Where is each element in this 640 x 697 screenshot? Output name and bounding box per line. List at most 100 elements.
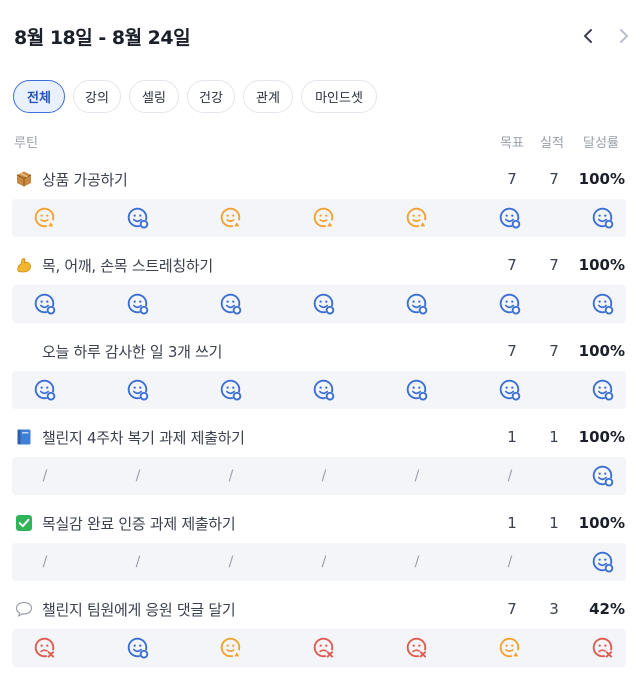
smile-warning-icon[interactable] xyxy=(490,629,530,667)
category-chip[interactable]: 마인드셋 xyxy=(301,80,377,113)
category-chip[interactable]: 전체 xyxy=(13,80,65,113)
actual-column-label: 실적 xyxy=(540,136,564,151)
routine-title: 상품 가공하기 xyxy=(14,166,128,192)
routine-goal: 1 xyxy=(507,428,517,446)
day-status-bar xyxy=(12,199,626,237)
routine-title: 챌린지 4주차 복기 과제 제출하기 xyxy=(14,424,245,450)
day-status-bar: / / / / / / xyxy=(12,543,626,581)
category-chip[interactable]: 셀링 xyxy=(129,80,179,113)
category-chip[interactable]: 건강 xyxy=(187,80,235,113)
week-range-title: 8월 18일 - 8월 24일 xyxy=(14,26,191,49)
routine-goal: 7 xyxy=(507,170,517,188)
routine-row[interactable]: 상품 가공하기 7 7 100% xyxy=(12,166,626,252)
routine-title-text: 목실감 완료 인증 과제 제출하기 xyxy=(42,514,236,533)
routine-title-text: 오늘 하루 감사한 일 3개 쓰기 xyxy=(42,342,223,361)
smile-check-icon[interactable] xyxy=(25,371,65,409)
smile-check-icon[interactable] xyxy=(490,199,530,237)
routine-rate: 42% xyxy=(589,600,625,618)
flexed-biceps-icon xyxy=(14,255,34,275)
smile-check-icon[interactable] xyxy=(211,371,251,409)
slash-text: / xyxy=(321,554,327,570)
routine-goal: 7 xyxy=(507,256,517,274)
routine-row[interactable]: 챌린지 팀원에게 응원 댓글 달기 7 3 42% xyxy=(12,596,626,682)
sad-x-icon[interactable] xyxy=(304,629,344,667)
smile-check-icon[interactable] xyxy=(397,371,437,409)
slash-text: / xyxy=(414,554,420,570)
day-empty-slash: / xyxy=(490,543,530,581)
smile-check-icon[interactable] xyxy=(583,371,623,409)
smile-check-icon[interactable] xyxy=(118,629,158,667)
smile-warning-icon[interactable] xyxy=(25,199,65,237)
routine-rate: 100% xyxy=(578,342,625,360)
routine-rate: 100% xyxy=(578,428,625,446)
routine-row[interactable]: 목실감 완료 인증 과제 제출하기 1 1 100% / / / / / / xyxy=(12,510,626,596)
category-filter: 전체 강의 셀링 건강 관계 마인드셋 xyxy=(13,80,377,113)
routine-title-text: 목, 어깨, 손목 스트레칭하기 xyxy=(42,256,213,275)
slash-text: / xyxy=(135,468,141,484)
smile-check-icon[interactable] xyxy=(583,543,623,581)
routine-row[interactable]: 목, 어깨, 손목 스트레칭하기 7 7 100% xyxy=(12,252,626,338)
routine-goal: 1 xyxy=(507,514,517,532)
sad-x-icon[interactable] xyxy=(25,629,65,667)
routine-column-label: 루틴 xyxy=(14,136,38,151)
day-status-bar: / / / / / / xyxy=(12,457,626,495)
smile-check-icon[interactable] xyxy=(397,285,437,323)
routine-rate: 100% xyxy=(578,256,625,274)
column-header: 루틴 목표 실적 달성률 xyxy=(14,132,626,152)
routine-actual: 7 xyxy=(549,170,559,188)
day-empty-slash: / xyxy=(118,543,158,581)
week-nav xyxy=(580,24,632,48)
sad-x-icon[interactable] xyxy=(583,629,623,667)
routine-row[interactable]: 챌린지 4주차 복기 과제 제출하기 1 1 100% / / / / / / xyxy=(12,424,626,510)
routine-actual: 1 xyxy=(549,428,559,446)
week-header: 8월 18일 - 8월 24일 xyxy=(14,0,626,72)
routine-title: 목, 어깨, 손목 스트레칭하기 xyxy=(14,252,213,278)
smile-warning-icon[interactable] xyxy=(304,199,344,237)
day-empty-slash: / xyxy=(25,543,65,581)
slash-text: / xyxy=(42,554,48,570)
day-empty-slash: / xyxy=(397,543,437,581)
smile-check-icon[interactable] xyxy=(583,457,623,495)
slash-text: / xyxy=(228,468,234,484)
smile-check-icon[interactable] xyxy=(304,371,344,409)
routine-rate: 100% xyxy=(578,170,625,188)
smile-warning-icon[interactable] xyxy=(211,199,251,237)
smile-warning-icon[interactable] xyxy=(211,629,251,667)
routine-goal: 7 xyxy=(507,342,517,360)
check-mark-box-icon xyxy=(14,513,34,533)
smile-check-icon[interactable] xyxy=(583,285,623,323)
smile-check-icon[interactable] xyxy=(25,285,65,323)
smile-check-icon[interactable] xyxy=(118,199,158,237)
smile-check-icon[interactable] xyxy=(583,199,623,237)
day-empty-slash: / xyxy=(118,457,158,495)
slash-text: / xyxy=(414,468,420,484)
day-empty-slash: / xyxy=(211,457,251,495)
day-empty-slash: / xyxy=(304,457,344,495)
rate-column-label: 달성률 xyxy=(583,136,619,151)
smile-check-icon[interactable] xyxy=(490,285,530,323)
speech-balloon-icon xyxy=(14,599,34,619)
routine-title: 오늘 하루 감사한 일 3개 쓰기 xyxy=(14,338,222,364)
smile-warning-icon[interactable] xyxy=(397,199,437,237)
category-chip[interactable]: 강의 xyxy=(73,80,121,113)
smile-check-icon[interactable] xyxy=(304,285,344,323)
smile-check-icon[interactable] xyxy=(118,371,158,409)
chevron-left-icon[interactable] xyxy=(580,24,596,48)
category-chip[interactable]: 관계 xyxy=(243,80,293,113)
day-empty-slash: / xyxy=(490,457,530,495)
smile-check-icon[interactable] xyxy=(211,285,251,323)
smile-check-icon[interactable] xyxy=(490,371,530,409)
routine-actual: 7 xyxy=(549,256,559,274)
slash-text: / xyxy=(507,554,513,570)
day-status-bar xyxy=(12,371,626,409)
slash-text: / xyxy=(507,468,513,484)
day-status-bar xyxy=(12,629,626,667)
routine-title-text: 상품 가공하기 xyxy=(42,170,128,189)
smile-check-icon[interactable] xyxy=(118,285,158,323)
routine-actual: 3 xyxy=(549,600,559,618)
routine-row[interactable]: 오늘 하루 감사한 일 3개 쓰기 7 7 100% xyxy=(12,338,626,424)
day-empty-slash: / xyxy=(397,457,437,495)
sad-x-icon[interactable] xyxy=(397,629,437,667)
routine-goal: 7 xyxy=(507,600,517,618)
chevron-right-icon[interactable] xyxy=(616,24,632,48)
